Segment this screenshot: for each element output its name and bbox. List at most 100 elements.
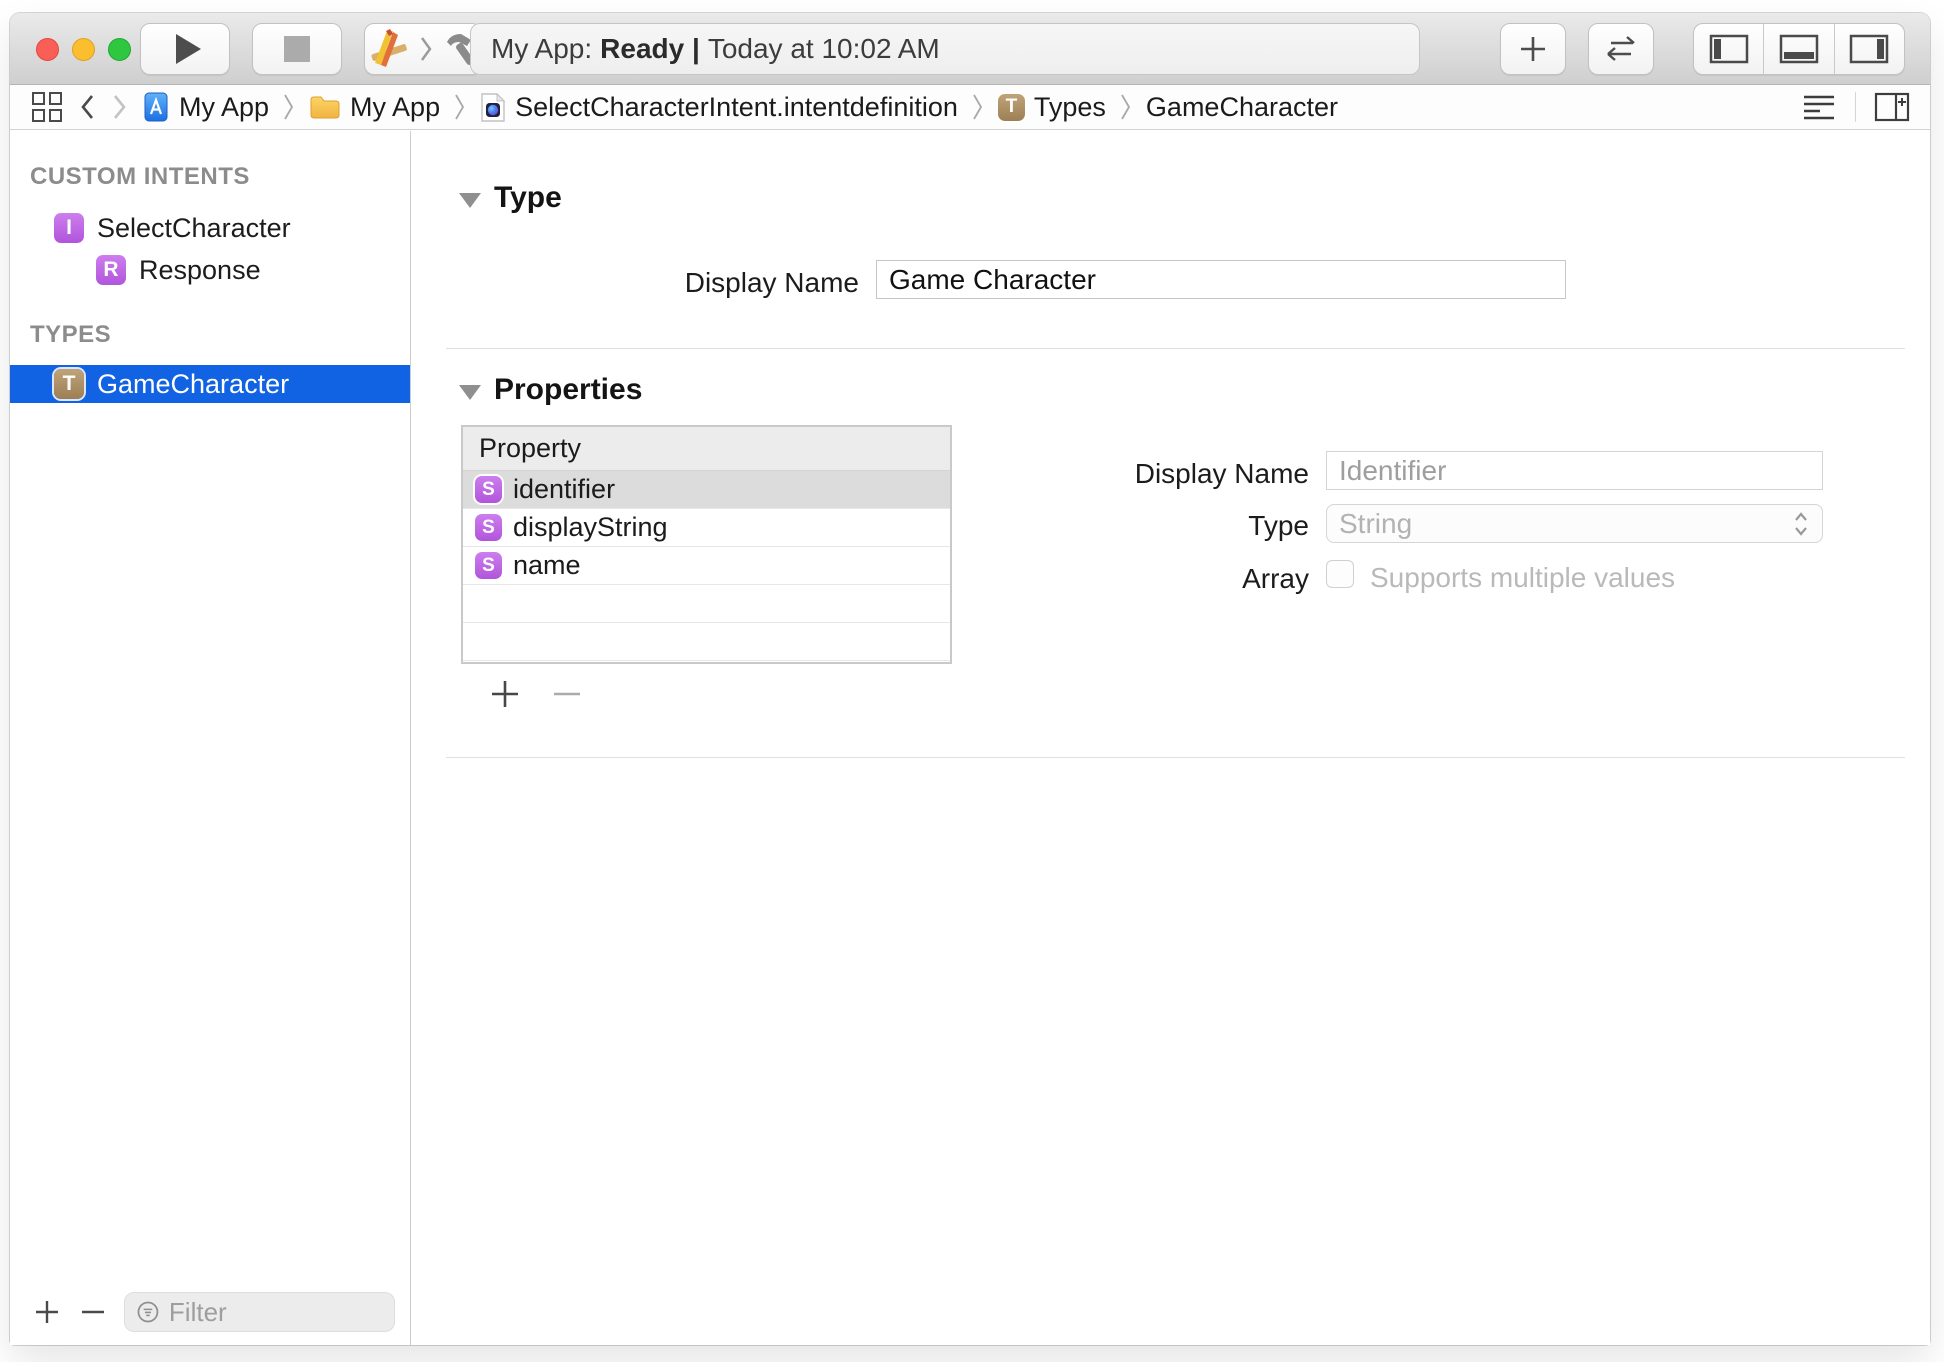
chevron-separator-icon bbox=[454, 93, 466, 121]
status-ready-label: Ready | bbox=[600, 33, 700, 65]
breadcrumb-label: Types bbox=[1034, 92, 1106, 123]
filter-field[interactable] bbox=[124, 1292, 395, 1332]
chevron-separator-icon bbox=[419, 35, 433, 63]
sidebar-item-gamecharacter[interactable]: T GameCharacter bbox=[10, 365, 410, 403]
string-type-badge-icon: S bbox=[475, 476, 502, 503]
divider bbox=[1855, 92, 1856, 122]
string-type-badge-icon: S bbox=[475, 552, 502, 579]
sidebar-bottom-bar bbox=[10, 1285, 409, 1345]
property-name: name bbox=[513, 550, 581, 581]
chevron-separator-icon bbox=[1120, 93, 1132, 121]
chevron-separator-icon bbox=[972, 93, 984, 121]
filter-icon bbox=[135, 1297, 161, 1327]
minimize-window-button[interactable] bbox=[72, 38, 95, 61]
detail-type-label: Type bbox=[1049, 510, 1309, 542]
breadcrumb-group[interactable]: My App bbox=[309, 92, 440, 123]
response-badge-icon: R bbox=[96, 255, 126, 285]
toolbar: My App: Ready | Today at 10:02 AM bbox=[10, 13, 1930, 85]
editor-mode-button[interactable] bbox=[1588, 23, 1654, 75]
property-name: identifier bbox=[513, 474, 615, 505]
left-panel-icon bbox=[1709, 34, 1749, 64]
run-button[interactable] bbox=[140, 23, 230, 75]
close-window-button[interactable] bbox=[36, 38, 59, 61]
breadcrumb-label: My App bbox=[350, 92, 440, 123]
toggle-navigator-button[interactable] bbox=[1694, 24, 1763, 74]
activity-viewer: My App: Ready | Today at 10:02 AM bbox=[470, 23, 1420, 75]
filter-input[interactable] bbox=[169, 1297, 384, 1328]
window-body: CUSTOM INTENTS I SelectCharacter R Respo… bbox=[10, 131, 1930, 1345]
table-row-empty[interactable] bbox=[463, 585, 950, 623]
plus-icon bbox=[1518, 34, 1548, 64]
breadcrumb-label: My App bbox=[179, 92, 269, 123]
stop-button[interactable] bbox=[252, 23, 342, 75]
properties-section-title: Properties bbox=[494, 373, 642, 407]
remove-item-button[interactable] bbox=[78, 1297, 108, 1327]
sidebar-item-label: Response bbox=[139, 255, 261, 286]
toggle-debug-area-button[interactable] bbox=[1763, 24, 1833, 74]
breadcrumb-label: SelectCharacterIntent.intentdefinition bbox=[515, 92, 958, 123]
intents-sidebar: CUSTOM INTENTS I SelectCharacter R Respo… bbox=[10, 131, 411, 1345]
breadcrumb-project[interactable]: My App bbox=[142, 92, 269, 123]
display-name-label: Display Name bbox=[559, 267, 859, 299]
bottom-panel-icon bbox=[1779, 34, 1819, 64]
intent-editor: Type Display Name Properties Property S … bbox=[412, 131, 1930, 1345]
section-separator bbox=[446, 348, 1905, 349]
project-icon bbox=[142, 92, 170, 122]
right-panel-icon bbox=[1849, 34, 1889, 64]
related-items-icon[interactable] bbox=[30, 90, 64, 124]
back-button-icon[interactable] bbox=[78, 93, 96, 121]
table-row[interactable]: S identifier bbox=[463, 471, 950, 509]
intent-badge-icon: I bbox=[54, 213, 84, 243]
breadcrumb-file[interactable]: SelectCharacterIntent.intentdefinition bbox=[480, 92, 958, 123]
array-checkbox-label: Supports multiple values bbox=[1370, 562, 1675, 594]
section-header-types: TYPES bbox=[30, 321, 410, 349]
add-property-button[interactable] bbox=[488, 677, 522, 711]
property-type-dropdown[interactable]: String bbox=[1326, 504, 1823, 543]
chevron-separator-icon bbox=[283, 93, 295, 121]
properties-section-disclosure[interactable] bbox=[459, 385, 481, 400]
table-row[interactable]: S displayString bbox=[463, 509, 950, 547]
dropdown-value: String bbox=[1339, 508, 1792, 540]
table-row-empty[interactable] bbox=[463, 623, 950, 661]
table-row[interactable]: S name bbox=[463, 547, 950, 585]
property-name: displayString bbox=[513, 512, 668, 543]
detail-display-name-label: Display Name bbox=[1049, 458, 1309, 490]
array-checkbox[interactable] bbox=[1326, 560, 1354, 588]
xcode-window: My App: Ready | Today at 10:02 AM bbox=[10, 13, 1930, 1345]
breadcrumb-label: GameCharacter bbox=[1146, 92, 1338, 123]
forward-button-icon[interactable] bbox=[110, 93, 128, 121]
toggle-inspector-button[interactable] bbox=[1834, 24, 1904, 74]
window-controls bbox=[36, 38, 131, 61]
swap-arrows-icon bbox=[1603, 34, 1639, 64]
type-section-disclosure[interactable] bbox=[459, 193, 481, 208]
scheme-selector-button[interactable] bbox=[364, 23, 482, 75]
stop-icon bbox=[284, 36, 310, 62]
breadcrumb-types[interactable]: T Types bbox=[998, 92, 1106, 123]
sidebar-item-label: GameCharacter bbox=[97, 369, 289, 400]
add-editor-icon[interactable] bbox=[1874, 92, 1910, 122]
stepper-chevrons-icon bbox=[1792, 509, 1810, 539]
panel-toggle-group bbox=[1693, 23, 1905, 75]
play-icon bbox=[176, 34, 201, 64]
sidebar-item-label: SelectCharacter bbox=[97, 213, 291, 244]
type-display-name-input[interactable] bbox=[876, 260, 1566, 299]
zoom-window-button[interactable] bbox=[108, 38, 131, 61]
remove-property-button[interactable] bbox=[550, 677, 584, 711]
sidebar-item-response[interactable]: R Response bbox=[10, 249, 410, 291]
library-add-button[interactable] bbox=[1500, 23, 1566, 75]
type-badge-icon: T bbox=[54, 369, 84, 399]
status-app-label: My App: bbox=[491, 33, 592, 65]
jump-bar-right-controls bbox=[1801, 92, 1910, 122]
status-time-label: Today at 10:02 AM bbox=[708, 33, 940, 65]
section-header-custom-intents: CUSTOM INTENTS bbox=[30, 163, 410, 191]
jump-bar: My App My App Selec bbox=[10, 85, 1930, 130]
sidebar-item-selectcharacter[interactable]: I SelectCharacter bbox=[10, 207, 410, 249]
editor-options-icon[interactable] bbox=[1801, 94, 1837, 120]
properties-table: Property S identifier S displayString S … bbox=[461, 425, 952, 664]
folder-icon bbox=[309, 94, 341, 120]
add-item-button[interactable] bbox=[32, 1297, 62, 1327]
type-section-title: Type bbox=[494, 181, 562, 215]
property-display-name-input[interactable] bbox=[1326, 451, 1823, 490]
breadcrumb-gamecharacter[interactable]: GameCharacter bbox=[1146, 92, 1338, 123]
intentdefinition-file-icon bbox=[480, 92, 506, 123]
